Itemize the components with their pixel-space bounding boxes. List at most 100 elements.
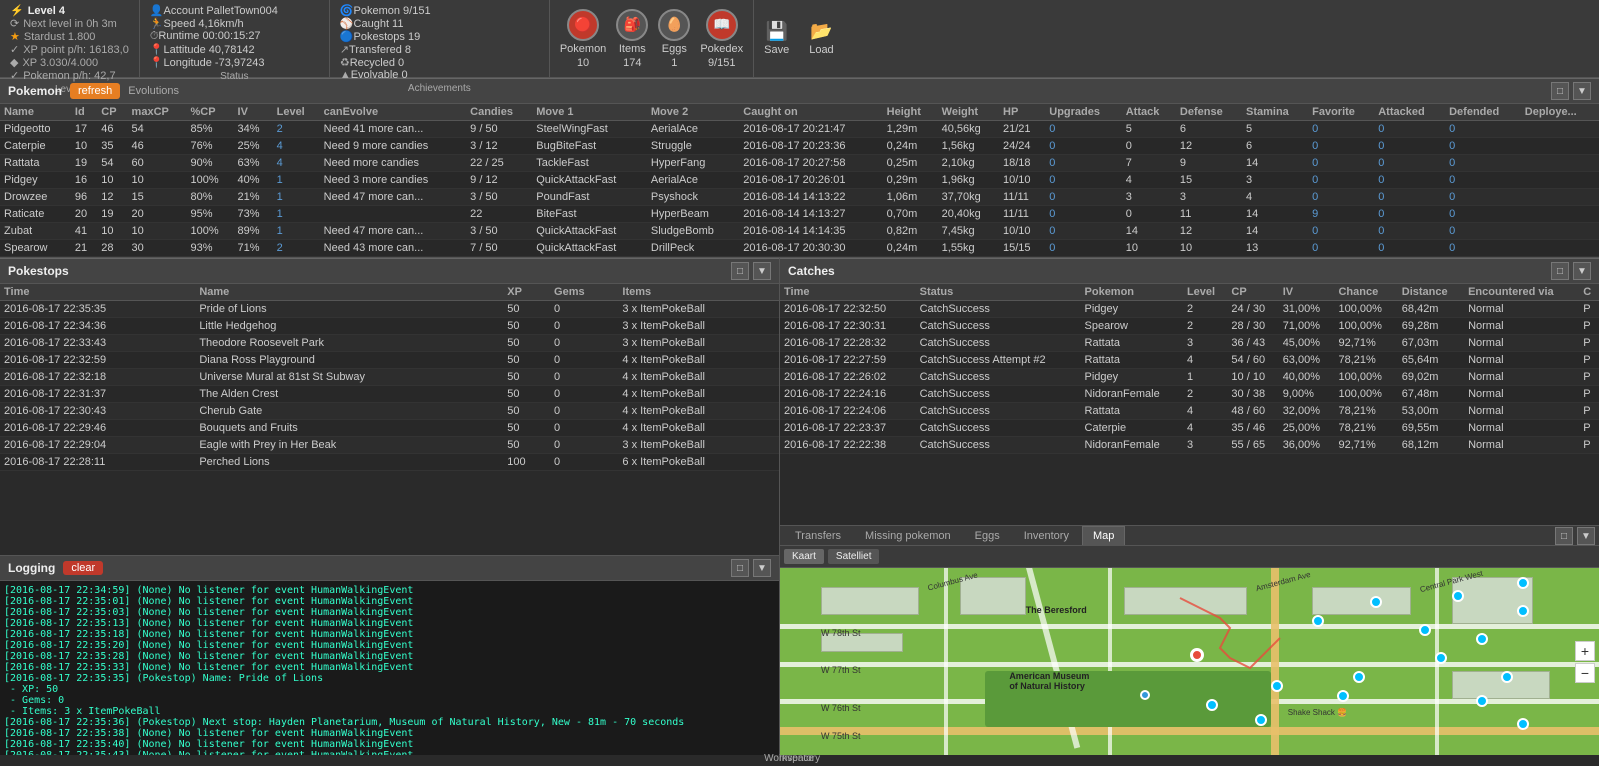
col-candies[interactable]: Candies — [466, 104, 532, 121]
table-row[interactable]: 2016-08-17 22:26:02CatchSuccessPidgey110… — [780, 369, 1599, 386]
col-upgrades[interactable]: Upgrades — [1045, 104, 1121, 121]
table-row[interactable]: Caterpie10354676%25%4Need 9 more candies… — [0, 138, 1599, 155]
tab-missing-pokemon[interactable]: Missing pokemon — [854, 526, 962, 545]
c-col-cp[interactable]: CP — [1227, 284, 1278, 301]
ps-col-time[interactable]: Time — [0, 284, 195, 301]
table-row[interactable]: 2016-08-17 22:32:50CatchSuccessPidgey224… — [780, 301, 1599, 318]
ps-col-xp[interactable]: XP — [503, 284, 550, 301]
col-weight[interactable]: Weight — [938, 104, 999, 121]
c-col-time[interactable]: Time — [780, 284, 916, 301]
table-row[interactable]: Spearow21283093%71%2Need 43 more can...7… — [0, 240, 1599, 257]
inventory-section: 🔴 Pokemon 10 🎒 Items 174 🥚 Eggs 1 📖 Poke… — [550, 0, 754, 77]
c-col-pokemon[interactable]: Pokemon — [1081, 284, 1183, 301]
c-col-c[interactable]: C — [1579, 284, 1599, 301]
col-defense[interactable]: Defense — [1176, 104, 1242, 121]
ps-col-gems[interactable]: Gems — [550, 284, 618, 301]
pokestop-dot-15 — [1517, 718, 1529, 730]
table-row[interactable]: 2016-08-17 22:32:59Diana Ross Playground… — [0, 352, 779, 369]
clear-button[interactable]: clear — [63, 561, 103, 575]
left-panels: Pokestops □ ▼ Time Name XP Gems Items — [0, 258, 780, 755]
map-sub-tab-satelliet[interactable]: Satelliet — [828, 549, 880, 564]
table-row[interactable]: 2016-08-17 22:22:38CatchSuccessNidoranFe… — [780, 437, 1599, 454]
col-move1[interactable]: Move 1 — [532, 104, 647, 121]
ps-col-items[interactable]: Items — [618, 284, 779, 301]
col-id[interactable]: Id — [71, 104, 97, 121]
map-zoom-in-button[interactable]: + — [1575, 641, 1595, 661]
pokemon-collapse-button[interactable]: ▼ — [1573, 82, 1591, 100]
pokemon-minimize-button[interactable]: □ — [1551, 82, 1569, 100]
map-sub-tab-kaart[interactable]: Kaart — [784, 549, 824, 564]
table-row[interactable]: Pidgey161010100%40%1Need 3 more candies9… — [0, 172, 1599, 189]
table-row[interactable]: 2016-08-17 22:29:46Bouquets and Fruits50… — [0, 420, 779, 437]
col-level[interactable]: Level — [273, 104, 320, 121]
col-move2[interactable]: Move 2 — [647, 104, 739, 121]
col-deployed[interactable]: Deploye... — [1521, 104, 1599, 121]
catches-collapse-button[interactable]: ▼ — [1573, 262, 1591, 280]
catches-table-wrap[interactable]: Time Status Pokemon Level CP IV Chance D… — [780, 284, 1599, 525]
table-row[interactable]: 2016-08-17 22:27:59CatchSuccess Attempt … — [780, 352, 1599, 369]
table-row[interactable]: Pidgeotto17465485%34%2Need 41 more can..… — [0, 121, 1599, 138]
logging-minimize-button[interactable]: □ — [731, 559, 749, 577]
table-row[interactable]: 2016-08-17 22:24:16CatchSuccessNidoranFe… — [780, 386, 1599, 403]
pokestops-table-wrap[interactable]: Time Name XP Gems Items 2016-08-17 22:35… — [0, 284, 779, 555]
col-favorite[interactable]: Favorite — [1308, 104, 1374, 121]
tab-inventory[interactable]: Inventory — [1013, 526, 1080, 545]
right-panels: Catches □ ▼ Time Status Pokemon Level CP — [780, 258, 1599, 755]
table-row[interactable]: Rattata19546090%63%4Need more candies22 … — [0, 155, 1599, 172]
c-col-chance[interactable]: Chance — [1334, 284, 1397, 301]
logging-collapse-button[interactable]: ▼ — [753, 559, 771, 577]
c-col-level[interactable]: Level — [1183, 284, 1227, 301]
street-label-3: W 76th St — [821, 703, 861, 713]
table-row[interactable]: 2016-08-17 22:29:04Eagle with Prey in He… — [0, 437, 779, 454]
col-defended[interactable]: Defended — [1445, 104, 1521, 121]
street-label-2: W 77th St — [821, 665, 861, 675]
table-row[interactable]: 2016-08-17 22:35:35Pride of Lions5003 x … — [0, 301, 779, 318]
col-attacked[interactable]: Attacked — [1374, 104, 1445, 121]
table-row[interactable]: 2016-08-17 22:34:36Little Hedgehog5003 x… — [0, 318, 779, 335]
table-row[interactable]: 2016-08-17 22:24:06CatchSuccessRattata44… — [780, 403, 1599, 420]
table-row[interactable]: 2016-08-17 22:28:32CatchSuccessRattata33… — [780, 335, 1599, 352]
table-row[interactable]: Zubat411010100%89%1Need 47 more can...3 … — [0, 223, 1599, 240]
pokedex-inventory: 📖 Pokedex 9/151 — [700, 9, 743, 69]
tab-map[interactable]: Map — [1082, 526, 1125, 545]
col-attack[interactable]: Attack — [1122, 104, 1176, 121]
table-row[interactable]: 2016-08-17 22:30:31CatchSuccessSpearow22… — [780, 318, 1599, 335]
col-cp[interactable]: CP — [97, 104, 127, 121]
save-button[interactable]: 💾 Save — [764, 21, 789, 56]
log-content[interactable]: [2016-08-17 22:34:59] (None) No listener… — [0, 581, 779, 755]
table-row[interactable]: 2016-08-17 22:32:18Universe Mural at 81s… — [0, 369, 779, 386]
table-row[interactable]: 2016-08-17 22:31:37The Alden Crest5004 x… — [0, 386, 779, 403]
pokemon-refresh-button[interactable]: refresh — [70, 83, 120, 99]
col-maxcp[interactable]: maxCP — [128, 104, 187, 121]
col-pcp[interactable]: %CP — [187, 104, 234, 121]
c-col-encountered[interactable]: Encountered via — [1464, 284, 1579, 301]
col-hp[interactable]: HP — [999, 104, 1045, 121]
col-caught[interactable]: Caught on — [739, 104, 882, 121]
pokestops-minimize-button[interactable]: □ — [731, 262, 749, 280]
table-row[interactable]: Raticate20192095%73%122BiteFastHyperBeam… — [0, 206, 1599, 223]
tab-eggs[interactable]: Eggs — [964, 526, 1011, 545]
col-name[interactable]: Name — [0, 104, 71, 121]
pokestops-collapse-button[interactable]: ▼ — [753, 262, 771, 280]
ps-col-name[interactable]: Name — [195, 284, 503, 301]
tab-transfers[interactable]: Transfers — [784, 526, 852, 545]
map-zoom-out-button[interactable]: − — [1575, 663, 1595, 683]
table-row[interactable]: 2016-08-17 22:23:37CatchSuccessCaterpie4… — [780, 420, 1599, 437]
col-canevolve[interactable]: canEvolve — [320, 104, 467, 121]
c-col-status[interactable]: Status — [916, 284, 1081, 301]
c-col-distance[interactable]: Distance — [1398, 284, 1464, 301]
col-height[interactable]: Height — [883, 104, 938, 121]
map-collapse-button[interactable]: ▼ — [1577, 527, 1595, 545]
table-row[interactable]: 2016-08-17 22:30:43Cherub Gate5004 x Ite… — [0, 403, 779, 420]
c-col-iv[interactable]: IV — [1279, 284, 1335, 301]
col-iv[interactable]: IV — [234, 104, 273, 121]
col-stamina[interactable]: Stamina — [1242, 104, 1308, 121]
table-row[interactable]: 2016-08-17 22:33:43Theodore Roosevelt Pa… — [0, 335, 779, 352]
map-minimize-button[interactable]: □ — [1555, 527, 1573, 545]
pokestops-panel: Pokestops □ ▼ Time Name XP Gems Items — [0, 258, 779, 555]
lon-label: Longitude -73,97243 — [164, 57, 265, 69]
table-row[interactable]: Drowzee96121580%21%1Need 47 more can...3… — [0, 189, 1599, 206]
load-button[interactable]: 📂 Load — [809, 21, 833, 56]
table-row[interactable]: 2016-08-17 22:28:11Perched Lions10006 x … — [0, 454, 779, 471]
catches-minimize-button[interactable]: □ — [1551, 262, 1569, 280]
